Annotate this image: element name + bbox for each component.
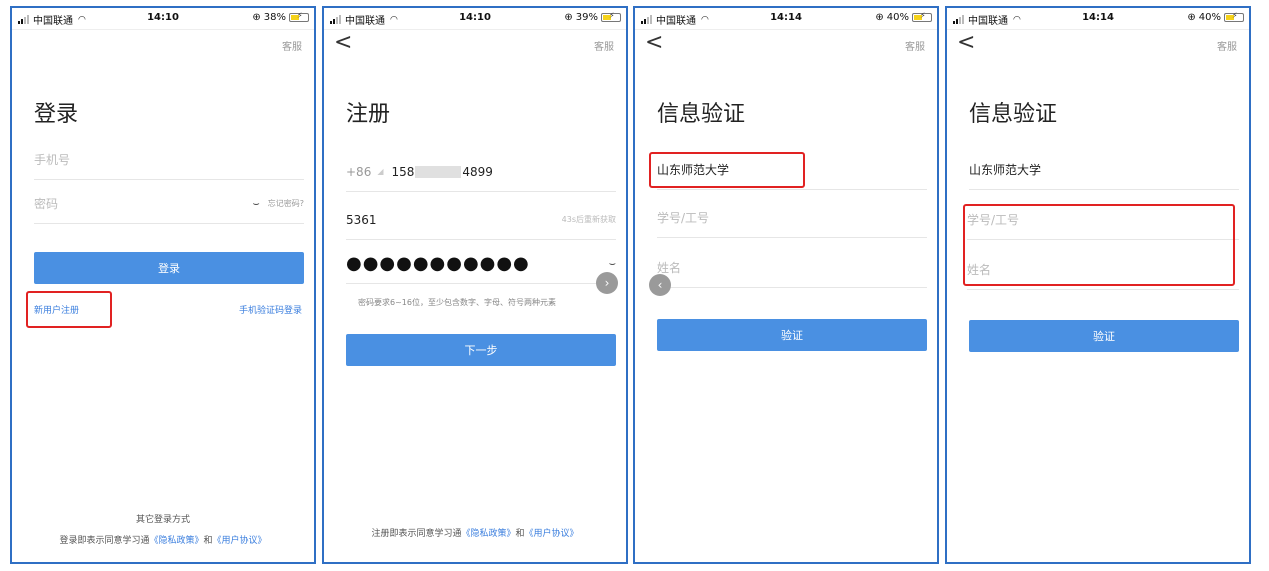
agreement-text: 登录即表示同意学习通《隐私政策》和《用户协议》 <box>12 533 314 546</box>
rotation-lock-icon: ⊕ <box>252 12 261 23</box>
password-input[interactable]: 密码 ⌣ 忘记密码? <box>34 184 304 224</box>
verify-button[interactable]: 验证 <box>657 319 927 351</box>
agreement-prefix: 注册即表示同意学习通 <box>371 529 462 539</box>
school-value: 山东师范大学 <box>969 163 1042 177</box>
sms-login-link[interactable]: 手机验证码登录 <box>239 303 302 316</box>
status-bar: 中国联通 ◠ 14:10 ⊕ 39% <box>324 8 626 30</box>
rotation-lock-icon: ⊕ <box>875 12 884 23</box>
phone-input[interactable]: 手机号 <box>34 140 304 180</box>
status-bar: 中国联通 ◠ 14:14 ⊕ 40% <box>635 8 937 30</box>
dropdown-icon[interactable]: ◢ <box>377 167 383 176</box>
country-code[interactable]: +86 <box>346 165 371 179</box>
page-title: 登录 <box>34 102 79 127</box>
highlight-box <box>26 291 112 328</box>
password-input[interactable]: ●●●●●●●●●●● ⌣ <box>346 244 616 284</box>
phone-start: 158 <box>391 164 415 179</box>
code-value: 5361 <box>346 212 377 227</box>
password-mask: ●●●●●●●●●●● <box>346 253 530 274</box>
back-arrow-icon[interactable]: < <box>957 32 975 54</box>
verify-screen-1: 中国联通◠ 14:14 ⊕40% <客服 信息验证 山东师范大学 学号/工号 姓… <box>633 6 939 564</box>
forward-arrow-icon[interactable]: › <box>596 272 618 294</box>
user-agreement-link[interactable]: 《用户协议》 <box>525 529 579 539</box>
phone-input[interactable]: +86 ◢ 158 4899 <box>346 152 616 192</box>
battery-icon <box>1224 11 1244 22</box>
highlight-box <box>649 152 805 188</box>
forgot-password-link[interactable]: 忘记密码? <box>268 198 304 209</box>
login-button[interactable]: 登录 <box>34 252 304 284</box>
rotation-lock-icon: ⊕ <box>1187 12 1196 23</box>
phone-end: 4899 <box>462 164 493 179</box>
other-login-methods[interactable]: 其它登录方式 <box>12 512 314 525</box>
agreement-prefix: 登录即表示同意学习通 <box>59 536 150 546</box>
page-title: 注册 <box>346 102 391 127</box>
customer-service-link[interactable]: 客服 <box>905 38 925 53</box>
eye-closed-icon[interactable]: ⌣ <box>253 197 260 211</box>
verify-screen-2: 中国联通◠ 14:14 ⊕40% <客服 信息验证 山东师范大学 学号/工号 姓… <box>945 6 1251 564</box>
register-screen: 中国联通◠ 14:10 ⊕39% < 客服 注册 +86 ◢ 158 4899 53… <box>322 6 628 564</box>
customer-service-link[interactable]: 客服 <box>1217 38 1237 53</box>
agreement-text: 注册即表示同意学习通《隐私政策》和《用户协议》 <box>324 526 626 539</box>
student-id-input[interactable]: 学号/工号 <box>657 198 927 238</box>
battery-icon <box>601 11 621 22</box>
login-screen: 中国联通◠ 14:10 ⊕38% 客服 登录 手机号 密码 ⌣ 忘记密码? 登录… <box>10 6 316 564</box>
student-id-placeholder: 学号/工号 <box>657 211 710 225</box>
back-arrow-circle-icon[interactable]: ‹ <box>649 274 671 296</box>
customer-service-link[interactable]: 客服 <box>282 38 302 53</box>
back-arrow-icon[interactable]: < <box>334 32 352 54</box>
resend-countdown: 43s后重新获取 <box>561 215 616 224</box>
battery-percent: 40% <box>1198 12 1221 23</box>
and-text: 和 <box>515 529 525 539</box>
and-text: 和 <box>203 536 213 546</box>
status-bar: 中国联通 ◠ 14:14 ⊕ 40% <box>947 8 1249 30</box>
privacy-policy-link[interactable]: 《隐私政策》 <box>149 536 203 546</box>
battery-percent: 39% <box>575 12 598 23</box>
verification-code-input[interactable]: 5361 43s后重新获取 <box>346 200 616 240</box>
highlight-box <box>963 204 1235 286</box>
next-button[interactable]: 下一步 <box>346 334 616 366</box>
page-title: 信息验证 <box>657 102 746 127</box>
name-input[interactable]: 姓名 <box>657 248 927 288</box>
rotation-lock-icon: ⊕ <box>564 12 573 23</box>
battery-percent: 40% <box>886 12 909 23</box>
battery-icon <box>289 11 309 22</box>
school-field[interactable]: 山东师范大学 <box>969 150 1239 190</box>
phone-placeholder: 手机号 <box>34 153 71 167</box>
status-bar: 中国联通 ◠ 14:10 ⊕ 38% <box>12 8 314 30</box>
user-agreement-link[interactable]: 《用户协议》 <box>213 536 267 546</box>
battery-percent: 38% <box>263 12 286 23</box>
back-arrow-icon[interactable]: < <box>645 32 663 54</box>
verify-button[interactable]: 验证 <box>969 320 1239 352</box>
password-placeholder: 密码 <box>34 197 59 211</box>
privacy-policy-link[interactable]: 《隐私政策》 <box>461 529 515 539</box>
battery-icon <box>912 11 932 22</box>
password-hint: 密码要求6~16位，至少包含数字、字母、符号两种元素 <box>358 298 556 307</box>
eye-closed-icon[interactable]: ⌣ <box>609 257 616 271</box>
customer-service-link[interactable]: 客服 <box>594 38 614 53</box>
page-title: 信息验证 <box>969 102 1058 127</box>
redacted-digits <box>415 165 462 178</box>
